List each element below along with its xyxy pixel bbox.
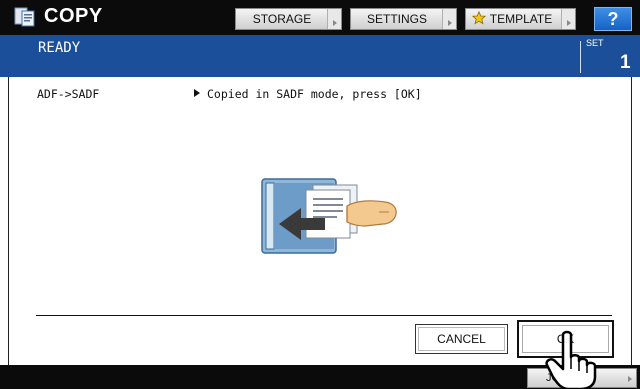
mode-label: ADF->SADF [37,87,100,101]
top-bar: COPY STORAGE SETTINGS TEMPLATE ? [0,0,640,35]
template-button[interactable]: TEMPLATE [465,8,576,30]
chevron-right-icon [442,9,456,29]
message-text: Copied in SADF mode, press [OK] [207,87,422,101]
chevron-right-icon [561,9,575,29]
cancel-button[interactable]: CANCEL [415,324,508,354]
settings-button-label: SETTINGS [366,12,427,26]
status-bar: READY SET 1 [0,35,640,77]
set-count: 1 [620,52,631,73]
document-feeder-hand-icon [261,178,397,254]
chevron-right-icon [327,9,341,29]
message: Copied in SADF mode, press [OK] [194,87,422,101]
pointing-hand-icon [545,330,597,389]
copy-app-icon [14,7,35,27]
settings-button[interactable]: SETTINGS [350,8,457,30]
set-divider [580,41,581,73]
chevron-right-icon [624,369,636,387]
set-label: SET [586,38,604,48]
storage-button-label: STORAGE [252,12,312,26]
template-button-label: TEMPLATE [489,12,553,26]
storage-button[interactable]: STORAGE [235,8,342,30]
app-title: COPY [44,5,103,27]
play-arrow-icon [194,89,200,97]
status-text: READY [38,40,81,56]
help-button[interactable]: ? [594,7,632,31]
bottom-divider [36,315,612,316]
